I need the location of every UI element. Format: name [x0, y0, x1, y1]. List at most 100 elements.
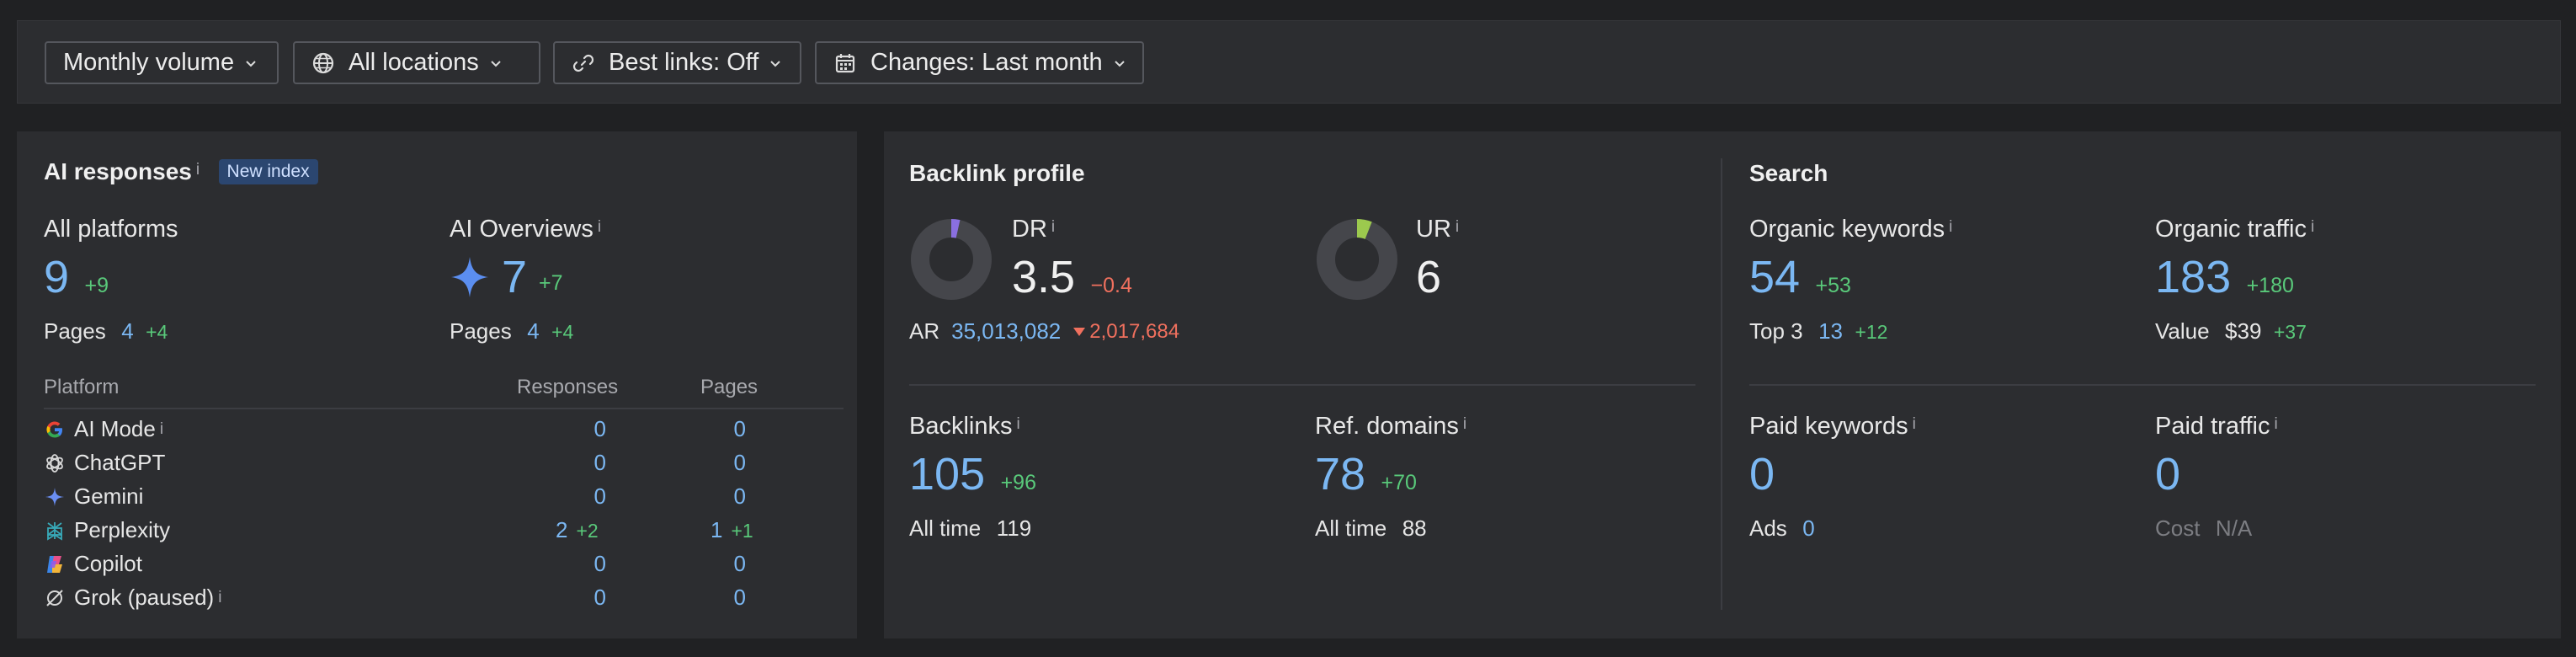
pages-cell[interactable]: 0	[712, 450, 746, 476]
ai-overviews-metric[interactable]: 7 +7	[450, 251, 563, 303]
ref-domains-metric[interactable]: 78 +70	[1315, 448, 1417, 500]
pages-column-header[interactable]: Pages	[700, 376, 758, 399]
ur-metric: 6	[1416, 251, 1441, 303]
dr-ring-track	[911, 219, 992, 300]
new-index-badge: New index	[218, 159, 318, 184]
info-icon[interactable]: i	[1463, 415, 1466, 433]
ref-domains-delta: +70	[1381, 471, 1417, 494]
pages-value[interactable]: 4	[121, 318, 133, 344]
responses-column-header[interactable]: Responses	[517, 376, 618, 399]
dr-ring-chart	[911, 219, 992, 300]
chevron-down-icon	[491, 60, 501, 67]
ads-value[interactable]: 0	[1802, 515, 1814, 541]
chevron-down-icon	[1114, 60, 1125, 67]
pages-value[interactable]: 4	[527, 318, 539, 344]
best-links-dropdown[interactable]: Best links: Off	[553, 41, 801, 84]
google-icon	[44, 419, 66, 441]
responses-cell[interactable]: 0	[572, 483, 606, 510]
pages-cell[interactable]: 0	[712, 551, 746, 577]
pages-delta: +4	[551, 321, 574, 343]
pages-delta: +4	[146, 321, 168, 343]
table-row: Copilot	[44, 551, 142, 577]
responses-cell[interactable]: 0	[572, 551, 606, 577]
ai-overviews-value: 7	[502, 252, 528, 302]
ai-overviews-header: AI Overviews i	[450, 216, 601, 243]
copilot-icon	[44, 553, 66, 575]
info-icon[interactable]: i	[1949, 218, 1952, 236]
ref-domains-label: Ref. domains	[1315, 413, 1459, 440]
responses-cell[interactable]: 0	[572, 585, 606, 611]
organic-traffic-metric[interactable]: 183 +180	[2155, 251, 2294, 303]
table-row: Gemini	[44, 483, 143, 510]
organic-traffic-value: 183	[2155, 252, 2232, 302]
sparkle-icon	[451, 257, 488, 297]
all-time-value: 119	[996, 515, 1032, 541]
backlinks-value: 105	[909, 449, 986, 499]
traffic-value-label: Value	[2155, 318, 2210, 344]
ads-row: Ads 0	[1749, 515, 1815, 542]
cost-value: N/A	[2215, 515, 2253, 541]
pages-cell[interactable]: 0	[712, 585, 746, 611]
pages-cell[interactable]: 0	[712, 416, 746, 442]
table-row: ChatGPT	[44, 450, 165, 476]
backlink-search-card: Backlink profile DR i 3.5 −0.4 AR 35,013,…	[884, 131, 2561, 638]
info-icon[interactable]: i	[218, 589, 221, 607]
traffic-value-amount: $39	[2225, 318, 2262, 344]
all-platforms-metric[interactable]: 9 +9	[44, 251, 109, 303]
paid-traffic-label: Paid traffic	[2155, 413, 2270, 440]
responses-delta: +2	[576, 520, 599, 542]
ur-ring-chart	[1317, 219, 1397, 300]
monthly-volume-dropdown[interactable]: Monthly volume	[45, 41, 279, 84]
locations-dropdown[interactable]: All locations	[293, 41, 540, 84]
all-platforms-delta: +9	[84, 274, 109, 297]
paid-traffic-header: Paid traffic i	[2155, 413, 2278, 441]
info-icon[interactable]: i	[1017, 415, 1020, 433]
pages-cell[interactable]: 0	[712, 483, 746, 510]
ai-responses-header: AI responses i New index	[44, 158, 318, 185]
responses-cell[interactable]: 0	[572, 416, 606, 442]
ar-value[interactable]: 35,013,082	[951, 318, 1061, 345]
backlinks-label: Backlinks	[909, 413, 1013, 440]
info-icon[interactable]: i	[2311, 218, 2314, 236]
top3-value[interactable]: 13	[1818, 318, 1843, 344]
info-icon[interactable]: i	[196, 161, 200, 179]
all-platforms-value: 9	[44, 252, 70, 302]
table-row: Perplexity	[44, 517, 170, 543]
dr-header: DR i	[1012, 216, 1055, 243]
section-divider	[1721, 158, 1722, 610]
info-icon[interactable]: i	[1051, 218, 1055, 236]
pages-cell[interactable]: 1 +1	[699, 517, 791, 543]
changes-dropdown[interactable]: Changes: Last month	[815, 41, 1144, 84]
ref-domains-header: Ref. domains i	[1315, 413, 1466, 441]
platform-name: Copilot	[74, 551, 142, 576]
all-time-label: All time	[909, 515, 982, 541]
platform-name: AI Mode	[74, 416, 156, 441]
responses-cell[interactable]: 2 +2	[556, 517, 648, 543]
paid-keywords-metric[interactable]: 0	[1749, 448, 1775, 500]
filter-toolbar: Monthly volume All locations Best links:…	[17, 20, 2561, 104]
info-icon[interactable]: i	[160, 420, 163, 439]
ai-overviews-label: AI Overviews	[450, 216, 593, 243]
cost-row: Cost N/A	[2155, 515, 2252, 542]
info-icon[interactable]: i	[2274, 415, 2277, 433]
top3-label: Top 3	[1749, 318, 1803, 344]
info-icon[interactable]: i	[1913, 415, 1916, 433]
info-icon[interactable]: i	[598, 218, 601, 236]
cost-label: Cost	[2155, 515, 2201, 541]
top3-delta: +12	[1855, 321, 1888, 343]
platform-name: Grok (paused)	[74, 585, 215, 610]
ar-row: AR 35,013,082 2,017,684	[909, 318, 1179, 345]
info-icon[interactable]: i	[1456, 218, 1459, 236]
link-icon	[572, 54, 594, 72]
ai-responses-card: AI responses i New index All platforms 9 …	[17, 131, 857, 638]
organic-keywords-metric[interactable]: 54 +53	[1749, 251, 1851, 303]
backlinks-metric[interactable]: 105 +96	[909, 448, 1036, 500]
ur-header: UR i	[1416, 216, 1459, 243]
paid-traffic-metric[interactable]: 0	[2155, 448, 2180, 500]
backlink-profile-title: Backlink profile	[909, 160, 1085, 186]
best-links-label: Best links: Off	[609, 49, 759, 76]
responses-value: 2	[556, 517, 568, 542]
all-time-label: All time	[1315, 515, 1387, 541]
organic-traffic-label: Organic traffic	[2155, 216, 2307, 243]
responses-cell[interactable]: 0	[572, 450, 606, 476]
